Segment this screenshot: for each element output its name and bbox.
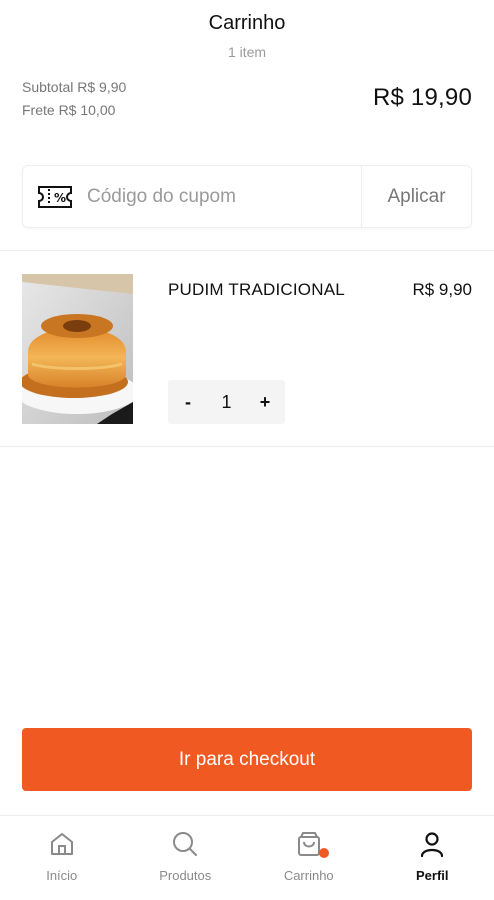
decrement-button[interactable]: -	[178, 392, 198, 413]
shopping-bag-icon	[295, 828, 329, 860]
svg-text:%: %	[54, 191, 66, 205]
coupon-input[interactable]	[87, 166, 361, 227]
bottom-nav: Início Produtos Carrinho Perfil	[0, 815, 494, 900]
nav-tab-carrinho[interactable]: Carrinho	[247, 816, 371, 900]
product-price: R$ 9,90	[412, 280, 472, 299]
quantity-value: 1	[221, 391, 232, 412]
user-icon	[418, 828, 446, 860]
divider	[0, 446, 494, 447]
nav-tab-inicio[interactable]: Início	[0, 816, 124, 900]
product-image	[15, 274, 139, 424]
page-title: Carrinho	[208, 12, 286, 34]
checkout-button[interactable]: Ir para checkout	[22, 728, 472, 791]
total-price: R$ 19,90	[372, 84, 472, 111]
search-icon	[171, 828, 199, 860]
item-count: 1 item	[227, 44, 267, 60]
order-summary: Subtotal R$ 9,90 Frete R$ 10,00 R$ 19,90	[22, 76, 472, 126]
page-header: Carrinho 1 item	[0, 0, 494, 70]
nav-label: Perfil	[415, 868, 449, 883]
product-name: PUDIM TRADICIONAL	[168, 280, 345, 299]
divider	[0, 250, 494, 251]
cart-item: PUDIM TRADICIONAL R$ 9,90 - 1 +	[15, 274, 472, 424]
cart-badge	[318, 848, 329, 858]
home-icon	[48, 828, 76, 860]
nav-tab-produtos[interactable]: Produtos	[124, 816, 248, 900]
coupon-box: % Aplicar	[22, 165, 472, 228]
nav-label: Produtos	[159, 868, 212, 883]
nav-label: Carrinho	[283, 868, 334, 883]
nav-label: Início	[46, 868, 78, 883]
increment-button[interactable]: +	[255, 392, 275, 413]
coupon-ticket-icon: %	[23, 166, 87, 227]
nav-tab-perfil[interactable]: Perfil	[371, 816, 494, 900]
quantity-stepper: - 1 +	[168, 380, 285, 424]
apply-coupon-button[interactable]: Aplicar	[361, 166, 471, 227]
